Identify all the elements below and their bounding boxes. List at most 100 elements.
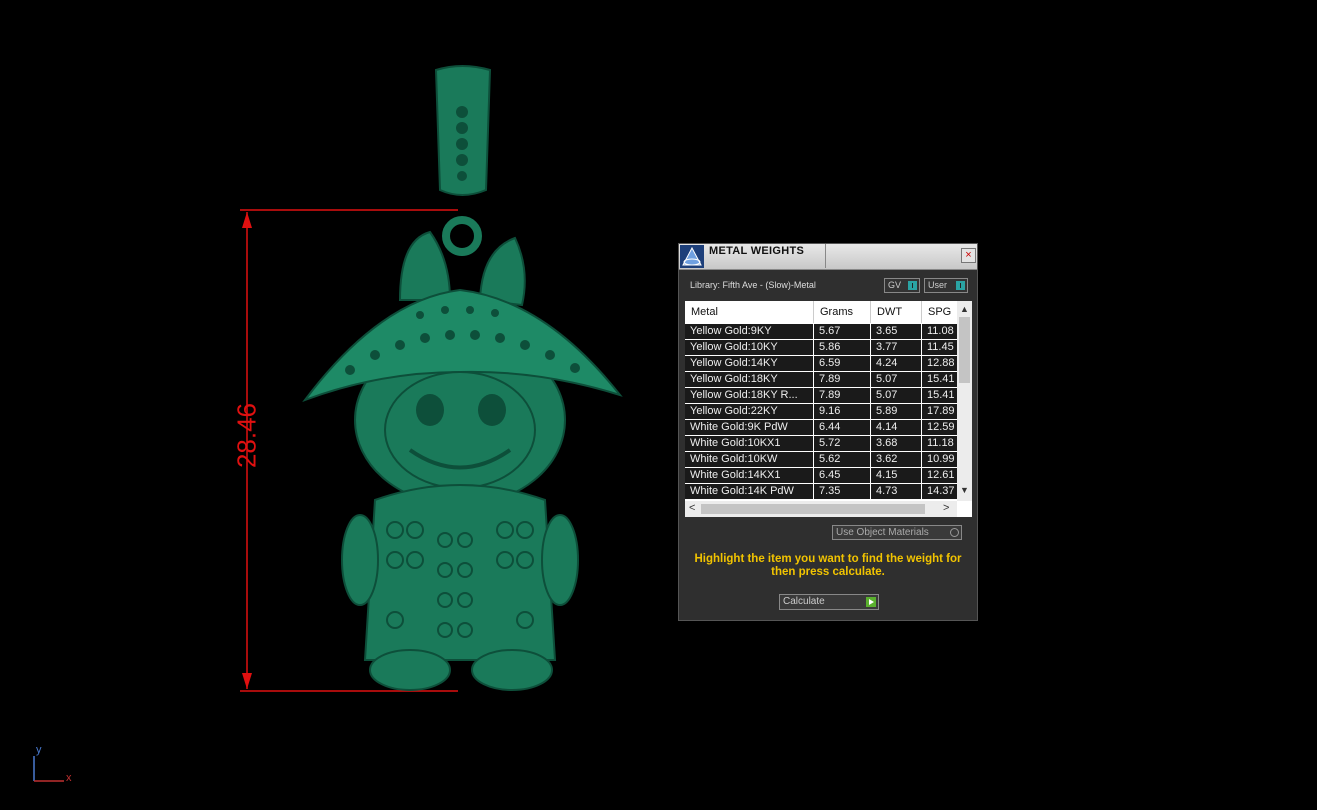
- vertical-scrollbar[interactable]: ▲ ▼: [957, 301, 972, 501]
- grams-cell: 7.89: [814, 388, 871, 404]
- app-logo-icon: [680, 245, 704, 268]
- metal-cell: White Gold:10KX1: [685, 436, 814, 452]
- pendant-model[interactable]: [0, 0, 1317, 810]
- metal-weights-dialog: METAL WEIGHTS × Library: Fifth Ave - (Sl…: [678, 243, 978, 621]
- gv-label: GV: [888, 280, 902, 290]
- close-button[interactable]: ×: [961, 248, 976, 263]
- grams-cell: 6.59: [814, 356, 871, 372]
- table-row[interactable]: Yellow Gold:10KY 5.86 3.77 11.45: [685, 340, 957, 356]
- dwt-cell: 4.24: [871, 356, 922, 372]
- left-arm: [341, 514, 379, 606]
- grams-cell: 6.44: [814, 420, 871, 436]
- dwt-cell: 4.15: [871, 468, 922, 484]
- table-row[interactable]: Yellow Gold:14KY 6.59 4.24 12.88: [685, 356, 957, 372]
- table-row[interactable]: Yellow Gold:18KY 7.89 5.07 15.41: [685, 372, 957, 388]
- gv-toggle[interactable]: GV: [884, 278, 920, 293]
- right-eye: [478, 394, 506, 426]
- calculate-button[interactable]: Calculate: [779, 594, 879, 610]
- grams-cell: 9.16: [814, 404, 871, 420]
- face: [384, 371, 536, 489]
- dwt-cell: 4.14: [871, 420, 922, 436]
- grams-cell: 6.45: [814, 468, 871, 484]
- dwt-cell: 4.73: [871, 484, 922, 500]
- grams-cell: 5.62: [814, 452, 871, 468]
- user-label: User: [928, 280, 948, 290]
- play-arrow-icon: [866, 597, 876, 607]
- table-row[interactable]: Yellow Gold:22KY 9.16 5.89 17.89: [685, 404, 957, 420]
- metal-cell: Yellow Gold:18KY: [685, 372, 814, 388]
- dialog-titlebar[interactable]: METAL WEIGHTS ×: [679, 244, 977, 270]
- table-row[interactable]: White Gold:14K PdW 7.35 4.73 14.37: [685, 484, 957, 500]
- axis-x-label: x: [66, 772, 72, 784]
- spg-cell: 14.37: [922, 484, 957, 500]
- use-object-materials-toggle[interactable]: Use Object Materials: [832, 525, 962, 540]
- dialog-tab[interactable]: METAL WEIGHTS: [705, 244, 826, 268]
- dwt-cell: 5.07: [871, 372, 922, 388]
- dwt-cell: 3.68: [871, 436, 922, 452]
- right-foot: [471, 649, 553, 691]
- metal-cell: Yellow Gold:18KY R...: [685, 388, 814, 404]
- grams-cell: 7.89: [814, 372, 871, 388]
- column-header-spg[interactable]: SPG: [922, 301, 962, 323]
- metal-cell: Yellow Gold:10KY: [685, 340, 814, 356]
- use-object-materials-label: Use Object Materials: [836, 527, 929, 538]
- spg-cell: 17.89: [922, 404, 957, 420]
- user-toggle[interactable]: User: [924, 278, 968, 293]
- radio-circle-icon: [950, 528, 959, 537]
- dwt-cell: 5.89: [871, 404, 922, 420]
- instruction-text: Highlight the item you want to find the …: [694, 553, 962, 578]
- metal-cell: White Gold:9K PdW: [685, 420, 814, 436]
- scroll-left-icon[interactable]: <: [689, 502, 695, 514]
- grams-cell: 5.67: [814, 324, 871, 340]
- metal-cell: Yellow Gold:22KY: [685, 404, 814, 420]
- table-row[interactable]: White Gold:10KX1 5.72 3.68 11.18: [685, 436, 957, 452]
- table-row[interactable]: White Gold:9K PdW 6.44 4.14 12.59: [685, 420, 957, 436]
- metal-cell: White Gold:14KX1: [685, 468, 814, 484]
- table-row[interactable]: Yellow Gold:9KY 5.67 3.65 11.08: [685, 324, 957, 340]
- spg-cell: 11.18: [922, 436, 957, 452]
- grams-cell: 7.35: [814, 484, 871, 500]
- left-eye: [416, 394, 444, 426]
- scroll-up-icon[interactable]: ▲: [960, 304, 969, 314]
- dimension-value: 28.46: [231, 402, 262, 469]
- spg-cell: 10.99: [922, 452, 957, 468]
- left-foot: [369, 649, 451, 691]
- metal-cell: White Gold:10KW: [685, 452, 814, 468]
- spg-cell: 12.61: [922, 468, 957, 484]
- dialog-title: METAL WEIGHTS: [709, 245, 805, 257]
- dwt-cell: 3.62: [871, 452, 922, 468]
- column-header-metal[interactable]: Metal: [685, 301, 814, 323]
- 3d-viewport[interactable]: 28.46 y x: [0, 0, 1317, 810]
- scroll-right-icon[interactable]: >: [943, 502, 949, 514]
- metal-cell: Yellow Gold:14KY: [685, 356, 814, 372]
- grams-cell: 5.86: [814, 340, 871, 356]
- horizontal-scroll-thumb[interactable]: [701, 504, 925, 514]
- dwt-cell: 3.65: [871, 324, 922, 340]
- table-header: Metal Grams DWT SPG: [685, 301, 962, 323]
- spg-cell: 15.41: [922, 372, 957, 388]
- metal-table[interactable]: Metal Grams DWT SPG Yellow Gold:9KY 5.67 3…: [685, 301, 972, 517]
- user-indicator-icon: [956, 281, 965, 290]
- column-header-dwt[interactable]: DWT: [871, 301, 922, 323]
- vertical-scroll-thumb[interactable]: [959, 317, 970, 383]
- gv-indicator-icon: [908, 281, 917, 290]
- library-label: Library: Fifth Ave - (Slow)-Metal: [690, 280, 816, 290]
- table-row[interactable]: Yellow Gold:18KY R... 7.89 5.07 15.41: [685, 388, 957, 404]
- column-header-grams[interactable]: Grams: [814, 301, 871, 323]
- right-arm: [541, 514, 579, 606]
- bail: [434, 65, 492, 196]
- horizontal-scrollbar[interactable]: < >: [685, 501, 957, 517]
- dwt-cell: 5.07: [871, 388, 922, 404]
- dwt-cell: 3.77: [871, 340, 922, 356]
- table-row[interactable]: White Gold:10KW 5.62 3.62 10.99: [685, 452, 957, 468]
- metal-cell: White Gold:14K PdW: [685, 484, 814, 500]
- axis-gizmo: y x: [28, 744, 78, 788]
- table-body: Yellow Gold:9KY 5.67 3.65 11.08 Yellow Gold:…: [685, 324, 957, 500]
- table-row[interactable]: White Gold:14KX1 6.45 4.15 12.61: [685, 468, 957, 484]
- metal-cell: Yellow Gold:9KY: [685, 324, 814, 340]
- spg-cell: 11.45: [922, 340, 957, 356]
- scroll-down-icon[interactable]: ▼: [960, 485, 969, 495]
- left-ear: [398, 230, 452, 301]
- spg-cell: 11.08: [922, 324, 957, 340]
- grams-cell: 5.72: [814, 436, 871, 452]
